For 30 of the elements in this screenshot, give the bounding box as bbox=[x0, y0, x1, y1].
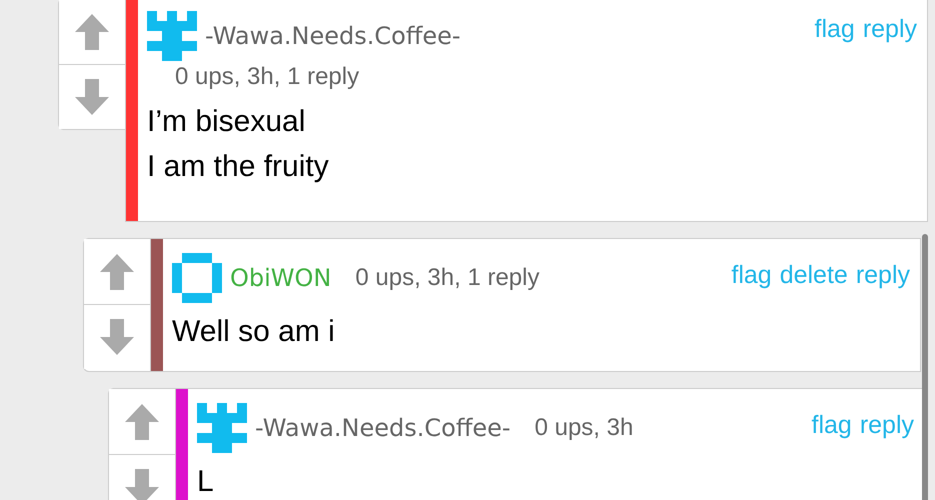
downvote-button[interactable] bbox=[109, 454, 175, 500]
downvote-button[interactable] bbox=[84, 304, 150, 369]
down-arrow-icon bbox=[125, 469, 159, 500]
scrollbar[interactable] bbox=[922, 234, 928, 500]
action-link[interactable]: reply bbox=[860, 411, 914, 440]
comment-text: I am the fruity bbox=[147, 149, 330, 185]
comment-meta: 0 ups, 3h, 1 reply bbox=[175, 63, 360, 91]
comment-text: I’m bisexual bbox=[147, 104, 306, 140]
username-link[interactable]: ObiWON bbox=[230, 264, 332, 292]
action-link[interactable]: reply bbox=[862, 15, 917, 44]
comment-meta: 0 ups, 3h bbox=[534, 414, 634, 442]
username-link[interactable]: -Wawa.Needs.Coffee- bbox=[255, 414, 511, 442]
action-link[interactable]: delete bbox=[780, 261, 848, 290]
action-link[interactable]: reply bbox=[856, 261, 910, 290]
action-link[interactable]: flag bbox=[731, 261, 772, 290]
action-link[interactable]: flag bbox=[814, 15, 855, 44]
down-arrow-icon bbox=[100, 319, 134, 355]
avatar-icon bbox=[172, 253, 222, 303]
up-arrow-icon bbox=[75, 14, 109, 50]
up-arrow-icon bbox=[125, 404, 159, 440]
username-link[interactable]: -Wawa.Needs.Coffee- bbox=[205, 22, 461, 50]
comment-text: Well so am i bbox=[172, 314, 336, 350]
down-arrow-icon bbox=[75, 79, 109, 115]
comment-meta: 0 ups, 3h, 1 reply bbox=[355, 264, 540, 292]
avatar-icon bbox=[147, 11, 197, 61]
up-arrow-icon bbox=[100, 254, 134, 290]
action-link[interactable]: flag bbox=[812, 411, 852, 440]
downvote-button[interactable] bbox=[59, 64, 125, 129]
comment-text: L bbox=[197, 464, 215, 500]
avatar-icon bbox=[197, 403, 247, 453]
